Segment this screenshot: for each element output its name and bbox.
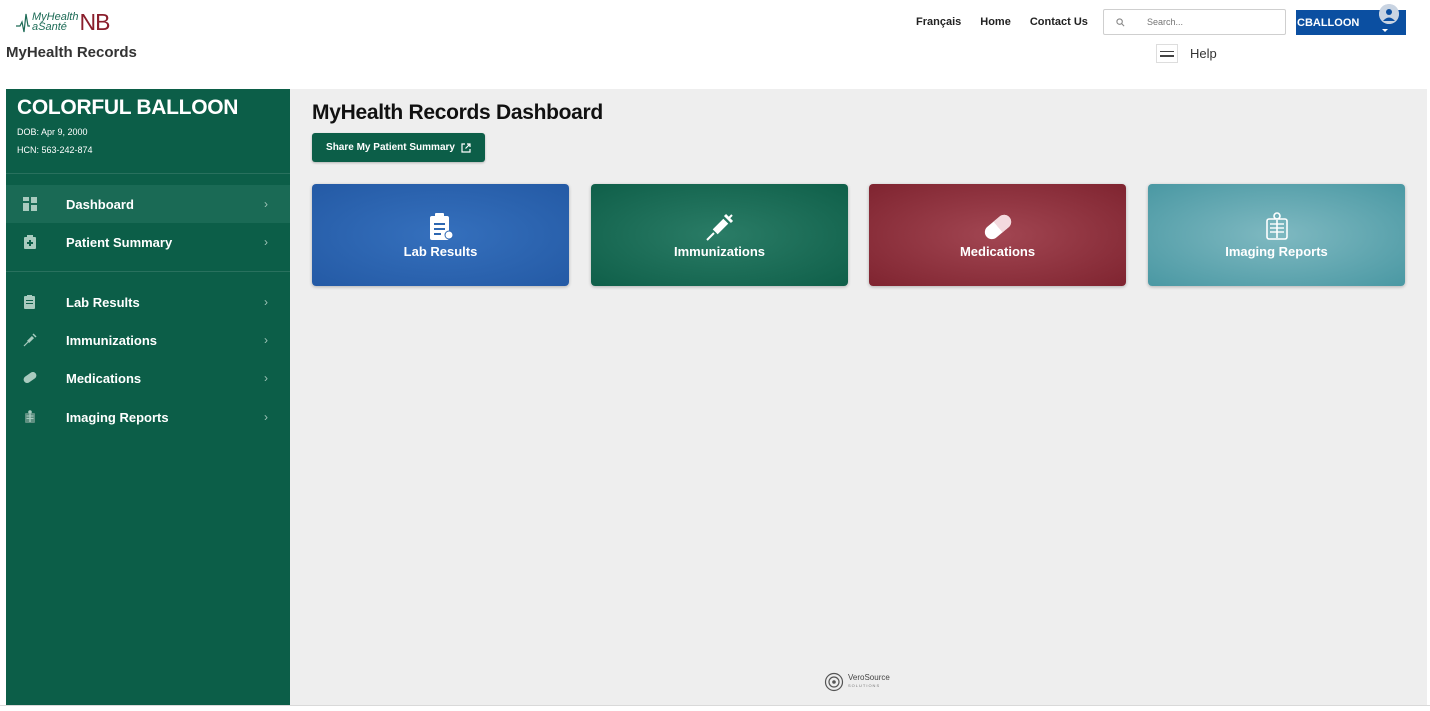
- tile-medications[interactable]: Medications: [869, 184, 1126, 286]
- sidebar-item-label: Dashboard: [66, 196, 134, 212]
- tile-lab-results[interactable]: Lab Results: [312, 184, 569, 286]
- sidebar-item-lab-results[interactable]: Lab Results ›: [6, 283, 290, 321]
- tile-label: Immunizations: [673, 244, 765, 259]
- clipboard-icon: [429, 212, 453, 242]
- xray-icon: [1265, 212, 1289, 242]
- syringe-icon: [22, 332, 38, 348]
- patient-name: COLORFUL BALLOON: [17, 96, 239, 119]
- chevron-right-icon: ›: [264, 235, 268, 249]
- sidebar-item-dashboard[interactable]: Dashboard ›: [6, 185, 290, 223]
- logo-bottom-text: aSanté: [32, 21, 67, 33]
- verosource-mark-icon: [824, 672, 844, 692]
- avatar-icon[interactable]: [1379, 4, 1399, 24]
- tile-label: Lab Results: [403, 244, 478, 259]
- app-title: MyHealth Records: [6, 44, 137, 61]
- sidebar-item-patient-summary[interactable]: Patient Summary ›: [6, 223, 290, 261]
- logo-nb-text: NB: [79, 9, 110, 35]
- external-link-icon: [461, 142, 471, 153]
- myhealth-nb-logo[interactable]: MyHealth aSanté NB: [16, 6, 110, 38]
- clipboard-icon: [22, 294, 38, 310]
- main-content: MyHealth Records Dashboard Share My Pati…: [290, 89, 1427, 705]
- heartbeat-icon: [16, 13, 30, 33]
- sidebar-divider: [6, 173, 290, 174]
- share-button-label: Share My Patient Summary: [326, 142, 455, 153]
- help-button[interactable]: Help: [1156, 44, 1217, 63]
- sidebar-item-immunizations[interactable]: Immunizations ›: [6, 321, 290, 359]
- search-input[interactable]: [1145, 16, 1269, 28]
- patient-hcn: HCN: 563-242-874: [17, 145, 93, 155]
- sidebar-item-label: Medications: [66, 370, 142, 386]
- sidebar-divider: [6, 271, 290, 272]
- syringe-icon: [705, 212, 735, 242]
- patient-summary-icon: [22, 234, 38, 250]
- user-menu-label: CBALLOON: [1297, 16, 1360, 29]
- chevron-right-icon: ›: [264, 333, 268, 347]
- pill-icon: [981, 212, 1015, 242]
- sidebar-item-label: Immunizations: [66, 332, 158, 348]
- nav-home-link[interactable]: Home: [980, 16, 1011, 28]
- xray-icon: [22, 409, 38, 425]
- help-label: Help: [1190, 46, 1217, 61]
- sidebar-item-label: Imaging Reports: [66, 409, 169, 425]
- hamburger-icon[interactable]: [1156, 44, 1178, 63]
- tile-label: Medications: [959, 244, 1036, 259]
- chevron-right-icon: ›: [264, 371, 268, 385]
- chevron-right-icon: ›: [264, 410, 268, 424]
- page-title: MyHealth Records Dashboard: [312, 101, 603, 124]
- verosource-name: VeroSource: [848, 673, 890, 682]
- tile-immunizations[interactable]: Immunizations: [591, 184, 848, 286]
- sidebar-item-label: Patient Summary: [66, 234, 173, 250]
- chevron-right-icon: ›: [264, 197, 268, 211]
- search-icon: [1116, 17, 1125, 26]
- chevron-right-icon: ›: [264, 295, 268, 309]
- nav-francais-link[interactable]: Français: [916, 16, 961, 28]
- patient-dob: DOB: Apr 9, 2000: [17, 127, 88, 137]
- sidebar-item-imaging-reports[interactable]: Imaging Reports ›: [6, 398, 290, 436]
- tile-label: Imaging Reports: [1225, 244, 1328, 259]
- tile-imaging-reports[interactable]: Imaging Reports: [1148, 184, 1405, 286]
- verosource-logo: VeroSource SOLUTIONS: [824, 672, 890, 692]
- sidebar: COLORFUL BALLOON DOB: Apr 9, 2000 HCN: 5…: [6, 89, 290, 705]
- nav-contact-link[interactable]: Contact Us: [1030, 16, 1088, 28]
- sidebar-item-label: Lab Results: [66, 294, 140, 310]
- pill-icon: [22, 370, 38, 386]
- top-nav: Français Home Contact Us: [916, 16, 1088, 28]
- verosource-sub: SOLUTIONS: [848, 683, 881, 688]
- sidebar-item-medications[interactable]: Medications ›: [6, 359, 290, 397]
- page-bottom-divider: [0, 705, 1430, 706]
- chevron-down-icon[interactable]: [1382, 29, 1388, 32]
- search-box[interactable]: [1103, 9, 1286, 35]
- logo-wordmark: MyHealth aSanté: [32, 12, 78, 33]
- dashboard-icon: [22, 196, 38, 212]
- share-patient-summary-button[interactable]: Share My Patient Summary: [312, 133, 485, 162]
